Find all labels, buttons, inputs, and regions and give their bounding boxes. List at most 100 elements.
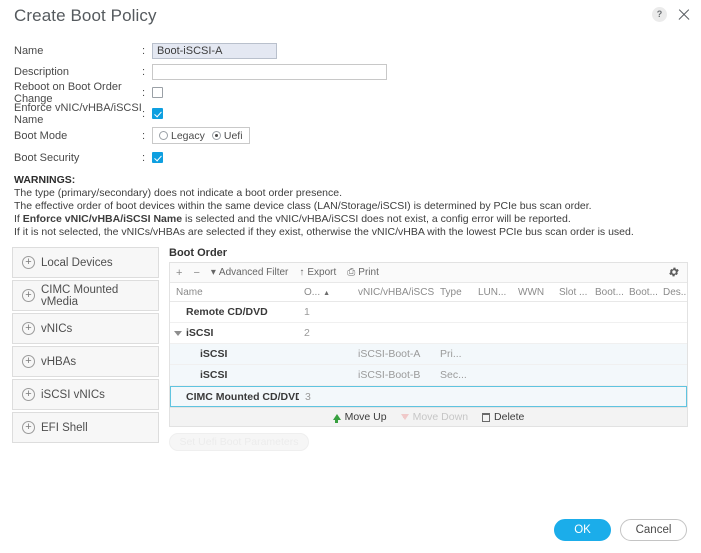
name-input[interactable]: [152, 42, 277, 59]
boot-order-column-headers: Name O...▲ vNIC/vHBA/iSCSI... Type LUN..…: [170, 283, 687, 302]
move-up-label: Move Up: [344, 411, 387, 423]
header-icon-group: ?: [652, 7, 691, 22]
row-name: Remote CD/DVD: [186, 306, 268, 318]
column-header-wwn[interactable]: WWN: [512, 287, 553, 298]
filter-icon: ▾: [210, 267, 216, 278]
row-name: CIMC Mounted CD/DVD: [186, 390, 299, 403]
sidebar-item-cimc-mounted-vmedia[interactable]: + CIMC Mounted vMedia: [12, 280, 159, 311]
table-row[interactable]: iSCSI iSCSI-Boot-A Pri...: [170, 344, 687, 365]
boot-mode-legacy-radio[interactable]: Legacy: [159, 130, 205, 142]
form-row-enforce-name: Enforce vNIC/vHBA/iSCSI Name :: [14, 102, 701, 126]
advanced-filter-label: Advanced Filter: [218, 267, 289, 278]
sidebar-item-vnics[interactable]: + vNICs: [12, 313, 159, 344]
form-row-boot-mode: Boot Mode : Legacy Uefi: [14, 124, 701, 147]
export-button[interactable]: ↑ Export: [299, 267, 336, 278]
description-label: Description: [14, 65, 70, 78]
boot-security-checkbox[interactable]: [152, 152, 163, 164]
row-vnic: iSCSI-Boot-B: [358, 369, 421, 381]
set-uefi-boot-parameters-button: Set Uefi Boot Parameters: [169, 433, 309, 451]
enforce-vnic-name-checkbox[interactable]: [152, 108, 163, 120]
boot-mode-label: Boot Mode: [14, 129, 68, 142]
close-icon[interactable]: [676, 7, 691, 22]
column-header-order[interactable]: O... ▲: [298, 287, 352, 298]
sidebar-item-efi-shell[interactable]: + EFI Shell: [12, 412, 159, 443]
table-row[interactable]: Remote CD/DVD 1: [170, 302, 687, 323]
enforce-colon: :: [142, 107, 146, 120]
table-row-selected[interactable]: CIMC Mounted CD/DVD 3: [170, 386, 687, 407]
sidebar-item-iscsi-vnics[interactable]: + iSCSI vNICs: [12, 379, 159, 410]
sidebar-item-label: iSCSI vNICs: [41, 388, 105, 401]
row-order: 2: [304, 327, 310, 339]
boot-mode-uefi-radio[interactable]: Uefi: [211, 129, 243, 142]
form-row-name: Name :: [14, 40, 701, 61]
boot-order-toolbar: + − ▾ Advanced Filter ↑ Export ⎙ Print: [170, 263, 687, 283]
plus-circle-icon: +: [22, 388, 35, 401]
table-row[interactable]: iSCSI 2: [170, 323, 687, 344]
row-type: Pri...: [440, 348, 462, 360]
row-type: Sec...: [440, 369, 467, 381]
plus-circle-icon: +: [22, 421, 35, 434]
chevron-down-icon[interactable]: [174, 330, 182, 336]
help-circle-icon[interactable]: ?: [652, 7, 667, 22]
sidebar-item-vhbas[interactable]: + vHBAs: [12, 346, 159, 377]
column-header-type[interactable]: Type: [434, 287, 472, 298]
delete-button[interactable]: Delete: [482, 411, 524, 423]
row-vnic: iSCSI-Boot-A: [358, 348, 421, 360]
column-header-boot1[interactable]: Boot...: [589, 287, 623, 298]
name-label: Name: [14, 44, 44, 57]
sidebar-item-local-devices[interactable]: + Local Devices: [12, 247, 159, 278]
sidebar-item-label: CIMC Mounted vMedia: [40, 283, 119, 308]
legacy-label: Legacy: [171, 129, 205, 142]
uefi-label: Uefi: [223, 129, 243, 142]
gear-icon[interactable]: [668, 266, 680, 281]
table-row[interactable]: iSCSI iSCSI-Boot-B Sec...: [170, 365, 687, 386]
description-input[interactable]: [152, 63, 387, 80]
boot-security-colon: :: [142, 151, 146, 164]
warning-line-4: If it is not selected, the vNICs/vHBAs a…: [14, 226, 634, 238]
dialog-body: + Local Devices + CIMC Mounted vMedia + …: [0, 239, 701, 451]
sidebar-item-label: vNICs: [41, 322, 73, 335]
dialog-header: Create Boot Policy ?: [0, 0, 701, 34]
print-button[interactable]: ⎙ Print: [347, 267, 379, 278]
page-title: Create Boot Policy: [14, 6, 157, 25]
move-down-label: Move Down: [412, 411, 469, 423]
advanced-filter-button[interactable]: ▾ Advanced Filter: [211, 267, 289, 278]
add-button[interactable]: +: [176, 267, 182, 279]
plus-circle-icon: +: [22, 256, 35, 269]
column-header-name[interactable]: Name: [170, 287, 298, 298]
print-label: Print: [358, 267, 379, 278]
column-header-boot2[interactable]: Boot...: [623, 287, 657, 298]
dialog-footer: OK Cancel: [554, 519, 687, 541]
cancel-button[interactable]: Cancel: [620, 519, 687, 541]
warnings-title: WARNINGS:: [14, 174, 76, 186]
policy-form: Name : Description : Reboot on Boot Orde…: [0, 34, 701, 168]
form-row-description: Description :: [14, 61, 701, 82]
ok-button[interactable]: OK: [554, 519, 611, 541]
column-header-slot[interactable]: Slot ...: [553, 287, 589, 298]
warning-line-2: The effective order of boot devices with…: [14, 200, 592, 212]
column-header-lun[interactable]: LUN...: [472, 287, 512, 298]
reboot-on-boot-order-change-checkbox[interactable]: [152, 87, 163, 99]
arrow-up-icon: [332, 414, 341, 423]
column-header-description[interactable]: Des...: [657, 287, 687, 298]
row-name: iSCSI: [200, 369, 228, 381]
remove-button[interactable]: −: [193, 267, 199, 279]
plus-circle-icon: +: [22, 289, 35, 302]
warning-line-3: If Enforce vNIC/vHBA/iSCSI Name is selec…: [14, 213, 701, 226]
create-boot-policy-dialog: Create Boot Policy ? Name : Description …: [0, 0, 701, 553]
column-header-vnic[interactable]: vNIC/vHBA/iSCSI...: [352, 287, 434, 298]
column-header-order-label: O...: [304, 286, 321, 298]
uefi-radio-dot: [211, 131, 221, 140]
warning-3-post: is selected and the vNIC/vHBA/iSCSI does…: [182, 213, 571, 225]
trash-icon: [482, 412, 491, 422]
boot-order-title: Boot Order: [169, 247, 228, 259]
boot-security-label: Boot Security: [14, 151, 80, 164]
sort-ascending-icon: ▲: [323, 289, 331, 297]
warning-3-bold: Enforce vNIC/vHBA/iSCSI Name: [22, 213, 183, 225]
reboot-colon: :: [142, 86, 146, 99]
arrow-down-icon: [400, 414, 409, 420]
printer-icon: ⎙: [347, 267, 356, 278]
plus-circle-icon: +: [22, 322, 35, 335]
row-name: iSCSI: [186, 327, 214, 339]
move-up-button[interactable]: Move Up: [332, 411, 387, 423]
